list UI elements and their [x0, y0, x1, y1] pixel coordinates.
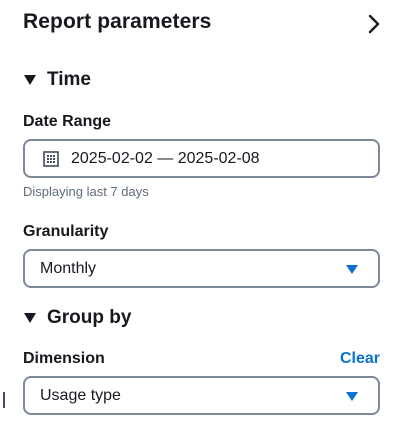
report-parameters-panel: Report parameters Time Date Range 2025-0…: [0, 0, 401, 433]
caret-down-icon: [346, 265, 358, 274]
panel-title: Report parameters: [23, 10, 212, 33]
chevron-right-icon[interactable]: [362, 12, 386, 36]
granularity-value: Monthly: [40, 259, 97, 277]
date-range-label: Date Range: [23, 113, 112, 130]
clear-dimension-link[interactable]: Clear: [340, 350, 380, 368]
caret-down-icon: [24, 75, 36, 85]
dimension-select[interactable]: Usage type: [23, 376, 380, 415]
calendar-icon: [43, 150, 59, 167]
granularity-label: Granularity: [23, 223, 109, 240]
group-by-section-title: Group by: [47, 307, 132, 328]
resize-handle[interactable]: [3, 392, 5, 408]
caret-down-icon: [24, 313, 36, 323]
dimension-value: Usage type: [40, 386, 121, 404]
caret-down-icon: [346, 392, 358, 401]
group-by-section-toggle[interactable]: Group by: [23, 307, 131, 329]
time-section-title: Time: [47, 69, 92, 90]
dimension-label: Dimension: [23, 350, 105, 367]
date-range-input[interactable]: 2025-02-02 — 2025-02-08: [23, 139, 380, 178]
time-section-toggle[interactable]: Time: [23, 69, 91, 91]
granularity-select[interactable]: Monthly: [23, 249, 380, 288]
date-range-helper: Displaying last 7 days: [23, 184, 149, 199]
date-range-value: 2025-02-02 — 2025-02-08: [71, 149, 260, 167]
